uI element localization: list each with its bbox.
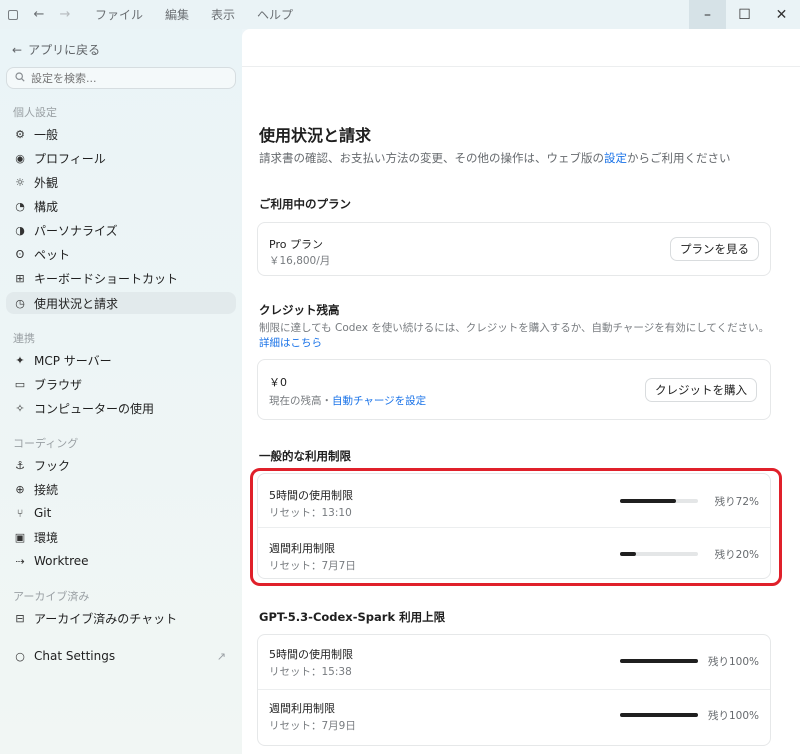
sidebar-item-profile[interactable]: ◉ プロフィール bbox=[6, 147, 236, 169]
maximize-button[interactable]: ☐ bbox=[726, 0, 763, 29]
limit-remaining: 残り100% bbox=[707, 710, 759, 722]
minimize-button[interactable]: – bbox=[689, 0, 726, 29]
sidebar-item-environment[interactable]: ▣ 環境 bbox=[6, 526, 236, 548]
sidebar-item-shortcuts[interactable]: ⊞ キーボードショートカット bbox=[6, 267, 236, 289]
highlight-box bbox=[250, 468, 782, 586]
close-button[interactable]: ✕ bbox=[763, 0, 800, 29]
limit-title: 週間利用制限 bbox=[269, 702, 335, 715]
page-description: 請求書の確認、お支払い方法の変更、その他の操作は、ウェブ版の設定からご利用くださ… bbox=[259, 151, 731, 165]
gauge-icon: ◷ bbox=[15, 296, 25, 310]
spark-limits-card: 5時間の使用制限 リセット：15:38 残り100% 週間利用制限 リセット：7… bbox=[257, 634, 771, 746]
sun-icon: ☼ bbox=[15, 175, 25, 189]
usage-progress-bar bbox=[620, 659, 698, 663]
limit-row: 週間利用制限 リセット：7月9日 残り100% bbox=[258, 689, 770, 745]
limit-reset: リセット：15:38 bbox=[269, 666, 352, 678]
plan-name: Pro プラン bbox=[269, 238, 323, 251]
sidebar-toggle-icon[interactable] bbox=[0, 0, 26, 29]
anchor-icon: ⚓ bbox=[15, 458, 25, 472]
limit-row: 5時間の使用制限 リセット：15:38 残り100% bbox=[258, 635, 770, 689]
settings-search[interactable] bbox=[6, 67, 236, 89]
usage-progress-bar bbox=[620, 713, 698, 717]
header-divider bbox=[242, 66, 800, 67]
git-branch-icon: ⑂ bbox=[16, 506, 24, 520]
sidebar-item-chat-settings[interactable]: ○ Chat Settings ↗ bbox=[6, 645, 236, 667]
sidebar-item-hooks[interactable]: ⚓ フック bbox=[6, 454, 236, 476]
buy-credit-button[interactable]: クレジットを購入 bbox=[645, 378, 757, 402]
main-panel: 使用状況と請求 請求書の確認、お支払い方法の変更、その他の操作は、ウェブ版の設定… bbox=[242, 29, 800, 754]
limit-reset: リセット：7月9日 bbox=[269, 720, 356, 732]
credit-amount: ￥0 bbox=[269, 376, 287, 389]
web-settings-link[interactable]: 設定 bbox=[604, 151, 627, 165]
pet-icon: ʘ bbox=[15, 247, 25, 261]
worktree-icon: ⇢ bbox=[15, 554, 25, 568]
globe-icon: ⊕ bbox=[15, 482, 25, 496]
menu-help[interactable]: ヘルプ bbox=[246, 6, 304, 23]
mcp-icon: ✦ bbox=[15, 353, 25, 367]
usage-progress-fill bbox=[620, 713, 698, 717]
search-input[interactable] bbox=[31, 71, 211, 85]
section-integrations: 連携 bbox=[13, 332, 35, 345]
sidebar-item-general[interactable]: ⚙ 一般 bbox=[6, 123, 236, 145]
arrow-left-icon: ← bbox=[12, 42, 23, 57]
section-coding: コーディング bbox=[13, 437, 79, 450]
gear-icon: ⚙ bbox=[15, 127, 25, 141]
menu-view[interactable]: 表示 bbox=[200, 6, 246, 23]
sidebar-item-archived-chats[interactable]: ⊟ アーカイブ済みのチャット bbox=[6, 607, 236, 629]
title-bar: ← → ファイル 編集 表示 ヘルプ – ☐ ✕ bbox=[0, 0, 800, 29]
forward-arrow-icon[interactable]: → bbox=[52, 0, 78, 29]
sidebar-item-browser[interactable]: ▭ ブラウザ bbox=[6, 373, 236, 395]
back-arrow-icon[interactable]: ← bbox=[26, 0, 52, 29]
user-icon: ◉ bbox=[15, 151, 25, 165]
plan-price: ￥16,800/月 bbox=[269, 255, 331, 267]
sidebar-item-computer-use[interactable]: ✧ コンピューターの使用 bbox=[6, 397, 236, 419]
sidebar-item-connections[interactable]: ⊕ 接続 bbox=[6, 478, 236, 500]
page-title: 使用状況と請求 bbox=[259, 126, 372, 145]
sidebar-item-appearance[interactable]: ☼ 外観 bbox=[6, 171, 236, 193]
chat-bubble-icon: ○ bbox=[15, 649, 25, 663]
section-personal: 個人設定 bbox=[13, 106, 57, 119]
sidebar-item-personalize[interactable]: ◑ パーソナライズ bbox=[6, 219, 236, 241]
back-to-app-label: アプリに戻る bbox=[28, 43, 101, 57]
sidebar-item-git[interactable]: ⑂ Git bbox=[6, 502, 236, 524]
details-link[interactable]: 詳細はこちら bbox=[259, 335, 322, 350]
sidebar-item-mcp[interactable]: ✦ MCP サーバー bbox=[6, 349, 236, 371]
auto-charge-link[interactable]: 自動チャージを設定 bbox=[332, 395, 426, 407]
external-link-icon: ↗ bbox=[216, 649, 226, 663]
limit-remaining: 残り100% bbox=[707, 656, 759, 668]
limit-title: 5時間の使用制限 bbox=[269, 648, 353, 661]
personalize-icon: ◑ bbox=[15, 223, 25, 237]
back-to-app-link[interactable]: ← アプリに戻る bbox=[12, 41, 100, 58]
credit-heading: クレジット残高 bbox=[259, 303, 340, 317]
search-icon bbox=[15, 71, 25, 85]
view-plan-button[interactable]: プランを見る bbox=[670, 237, 759, 261]
sidebar-item-worktree[interactable]: ⇢ Worktree bbox=[6, 550, 236, 572]
spark-limits-heading: GPT-5.3-Codex-Spark 利用上限 bbox=[259, 610, 446, 624]
sidebar-item-config[interactable]: ◔ 構成 bbox=[6, 195, 236, 217]
config-icon: ◔ bbox=[15, 199, 25, 213]
window-controls: – ☐ ✕ bbox=[689, 0, 800, 29]
browser-icon: ▭ bbox=[14, 377, 26, 391]
usage-progress-fill bbox=[620, 659, 698, 663]
sidebar-item-pets[interactable]: ʘ ペット bbox=[6, 243, 236, 265]
general-limits-heading: 一般的な利用制限 bbox=[259, 449, 351, 463]
sidebar-item-usage-billing[interactable]: ◷ 使用状況と請求 bbox=[6, 292, 236, 314]
menu-bar: ファイル 編集 表示 ヘルプ bbox=[84, 6, 304, 23]
credit-subtext: 現在の残高・自動チャージを設定 bbox=[269, 395, 427, 407]
cursor-sparkle-icon: ✧ bbox=[15, 401, 25, 415]
section-archived: アーカイブ済み bbox=[13, 590, 90, 603]
menu-edit[interactable]: 編集 bbox=[154, 6, 200, 23]
terminal-icon: ▣ bbox=[14, 530, 26, 544]
keyboard-icon: ⊞ bbox=[15, 271, 25, 285]
archive-icon: ⊟ bbox=[15, 611, 25, 625]
menu-file[interactable]: ファイル bbox=[84, 6, 154, 23]
plan-card: Pro プラン ￥16,800/月 プランを見る bbox=[257, 222, 771, 276]
sidebar: ← アプリに戻る 個人設定 ⚙一般 ◉プロフィール ☼外観 ◔構成 ◑パーソナラ… bbox=[0, 29, 242, 754]
credit-card: ￥0 現在の残高・自動チャージを設定 クレジットを購入 bbox=[257, 359, 771, 420]
credit-description: 制限に達しても Codex を使い続けるには、クレジットを購入するか、自動チャー… bbox=[259, 322, 770, 334]
plan-heading: ご利用中のプラン bbox=[259, 197, 351, 211]
